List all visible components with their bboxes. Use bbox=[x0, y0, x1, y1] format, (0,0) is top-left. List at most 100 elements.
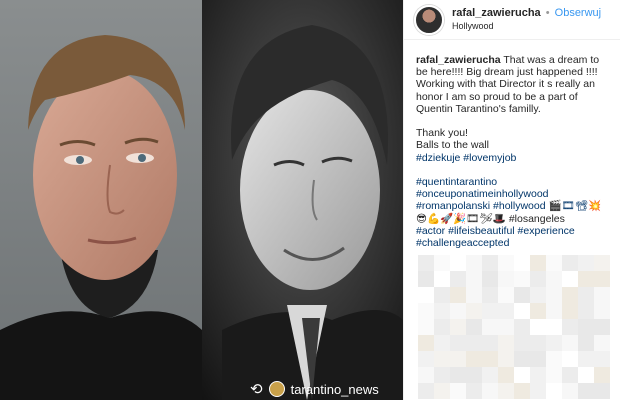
hashtag-line-6[interactable]: #challengeaccepted bbox=[416, 237, 509, 249]
blur-pixel bbox=[450, 287, 466, 303]
blur-pixel bbox=[466, 271, 482, 287]
blur-pixel bbox=[434, 367, 450, 383]
blur-pixel bbox=[530, 383, 546, 399]
hashtag-line-5[interactable]: #actor #lifeisbeautiful #experience bbox=[416, 225, 575, 237]
caption-username[interactable]: rafal_zawierucha bbox=[416, 54, 501, 66]
blur-pixel bbox=[546, 319, 562, 335]
blur-pixel bbox=[498, 319, 514, 335]
caption-text-3: Thank you! bbox=[416, 127, 468, 140]
blur-pixel bbox=[434, 319, 450, 335]
blur-pixel bbox=[562, 271, 578, 287]
emoji-line: 😎💪🚀🎉🎞🛩🎩 #losangeles bbox=[416, 212, 565, 225]
blur-pixel bbox=[466, 319, 482, 335]
blur-pixel bbox=[418, 303, 434, 319]
blur-pixel bbox=[434, 383, 450, 399]
blur-pixel bbox=[450, 255, 466, 271]
blur-pixel bbox=[562, 351, 578, 367]
blur-pixel bbox=[450, 271, 466, 287]
blur-pixel bbox=[498, 303, 514, 319]
blur-pixel bbox=[434, 271, 450, 287]
blur-pixel bbox=[418, 383, 434, 399]
blur-pixel bbox=[546, 303, 562, 319]
repost-credit[interactable]: ⟲ tarantino_news bbox=[250, 378, 403, 400]
blur-pixel bbox=[594, 383, 610, 399]
blur-pixel bbox=[530, 335, 546, 351]
username-link[interactable]: rafal_zawierucha bbox=[452, 7, 541, 19]
blur-pixel bbox=[594, 319, 610, 335]
blur-pixel bbox=[434, 287, 450, 303]
post-sidebar: rafal_zawierucha • Obserwuj Hollywood ra… bbox=[403, 0, 620, 400]
hashtag-line-1[interactable]: #quentintarantino bbox=[416, 176, 497, 188]
blur-pixel bbox=[482, 255, 498, 271]
blur-pixel bbox=[450, 319, 466, 335]
blur-pixel bbox=[530, 255, 546, 271]
blur-pixel bbox=[450, 351, 466, 367]
blur-pixel bbox=[546, 255, 562, 271]
blur-pixel bbox=[498, 383, 514, 399]
blur-pixel bbox=[530, 367, 546, 383]
blur-pixel bbox=[578, 255, 594, 271]
director-photo-bw bbox=[202, 0, 403, 400]
blur-pixel bbox=[562, 287, 578, 303]
repost-account-logo-icon bbox=[268, 381, 285, 397]
post-header: rafal_zawierucha • Obserwuj Hollywood bbox=[404, 0, 620, 40]
blur-pixel bbox=[562, 319, 578, 335]
blur-pixel bbox=[450, 367, 466, 383]
blur-pixel bbox=[418, 367, 434, 383]
blur-pixel bbox=[434, 255, 450, 271]
user-line: rafal_zawierucha • Obserwuj bbox=[452, 7, 601, 20]
blur-pixel bbox=[450, 383, 466, 399]
blur-pixel bbox=[482, 367, 498, 383]
blur-pixel bbox=[514, 255, 530, 271]
blur-pixel bbox=[594, 335, 610, 351]
blur-pixel bbox=[530, 287, 546, 303]
blur-pixel bbox=[482, 351, 498, 367]
blur-pixel bbox=[418, 271, 434, 287]
avatar[interactable] bbox=[414, 4, 444, 35]
blur-pixel bbox=[562, 335, 578, 351]
blur-pixel bbox=[514, 335, 530, 351]
blur-pixel bbox=[434, 303, 450, 319]
blur-pixel bbox=[482, 287, 498, 303]
blur-pixel bbox=[578, 335, 594, 351]
blur-pixel bbox=[498, 287, 514, 303]
hashtags-1[interactable]: #dziekuje #lovemyjob bbox=[416, 152, 516, 164]
blur-pixel bbox=[514, 319, 530, 335]
location-link[interactable]: Hollywood bbox=[452, 20, 601, 33]
blur-pixel bbox=[562, 255, 578, 271]
blur-pixel bbox=[594, 303, 610, 319]
director-portrait-illustration bbox=[202, 0, 403, 400]
blur-pixel bbox=[466, 351, 482, 367]
post-media[interactable]: ⟲ tarantino_news bbox=[0, 0, 403, 400]
blur-pixel bbox=[514, 271, 530, 287]
blur-pixel bbox=[514, 351, 530, 367]
repost-account: tarantino_news bbox=[290, 381, 379, 397]
blur-pixel bbox=[578, 271, 594, 287]
blur-pixel bbox=[514, 367, 530, 383]
header-text: rafal_zawierucha • Obserwuj Hollywood bbox=[452, 7, 601, 33]
blur-pixel bbox=[594, 367, 610, 383]
blur-pixel bbox=[578, 383, 594, 399]
blur-pixel bbox=[466, 367, 482, 383]
separator-dot: • bbox=[545, 6, 550, 19]
blur-pixel bbox=[546, 271, 562, 287]
blur-pixel bbox=[434, 351, 450, 367]
hashtag-line-3[interactable]: #romanpolanski #hollywood 🎬🎞📽💥 bbox=[416, 200, 601, 212]
blur-pixel bbox=[546, 383, 562, 399]
blur-pixel bbox=[434, 335, 450, 351]
blur-pixel bbox=[418, 335, 434, 351]
blur-pixel bbox=[498, 271, 514, 287]
blur-pixel bbox=[530, 351, 546, 367]
blur-pixel bbox=[482, 303, 498, 319]
follow-button[interactable]: Obserwuj bbox=[555, 7, 601, 19]
blur-pixel bbox=[498, 335, 514, 351]
actor-portrait-illustration bbox=[0, 0, 202, 400]
blur-pixel bbox=[450, 335, 466, 351]
blur-pixel bbox=[466, 255, 482, 271]
blur-pixel bbox=[482, 319, 498, 335]
blur-pixel bbox=[466, 287, 482, 303]
hashtag-line-2[interactable]: #onceuponatimeinhollywood bbox=[416, 188, 549, 200]
blur-pixel bbox=[482, 383, 498, 399]
blur-pixel bbox=[498, 255, 514, 271]
repost-icon: ⟲ bbox=[250, 381, 263, 398]
